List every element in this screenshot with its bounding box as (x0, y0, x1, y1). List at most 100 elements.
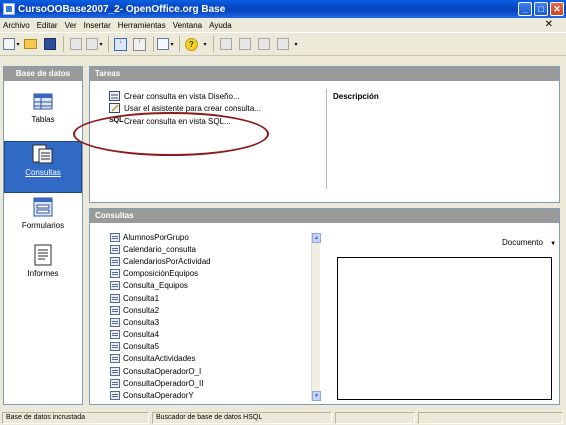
menu-editar[interactable]: Editar (37, 21, 58, 30)
list-item[interactable]: Consulta1 (110, 292, 320, 304)
edit-object-icon (238, 38, 251, 50)
title-bar: CursoOOBase2007_2- OpenOffice.org Base _… (0, 0, 566, 18)
task-label: Crear consulta en vista Diseño... (124, 91, 240, 101)
task-create-query-design[interactable]: Crear consulta en vista Diseño... (109, 91, 240, 101)
query-icon (110, 317, 120, 327)
sort-descending-button[interactable]: ↑ (131, 36, 148, 53)
sidebar-item-formularios[interactable]: Formularios (4, 195, 82, 247)
list-item[interactable]: ConsultaOperadorO_I (110, 365, 320, 377)
preview-mode-dropdown[interactable]: Documento ▼ (502, 238, 556, 247)
chevron-down-icon: ▼ (550, 241, 557, 247)
list-item-label: ComposiciónEquipos (123, 269, 199, 279)
form-view-icon (157, 38, 170, 50)
status-db-type: Base de datos incrustada (2, 412, 149, 424)
help-icon: ? (185, 37, 198, 51)
list-item-label: ConsultaOperadorY (123, 391, 194, 401)
toolbar-options-button-2[interactable]: ▾ (293, 36, 299, 53)
copy-icon (69, 38, 82, 50)
menu-ayuda[interactable]: Ayuda (209, 21, 232, 30)
edit-object-button[interactable] (236, 36, 253, 53)
query-icon (110, 232, 120, 242)
list-item-label: ConsultaOperadorO_II (123, 378, 204, 388)
sidebar-item-label: Formularios (21, 221, 65, 230)
menu-ver[interactable]: Ver (65, 21, 77, 30)
list-item[interactable]: ConsultaOperadorO_II (110, 377, 320, 389)
list-item[interactable]: AlumnosPorGrupo (110, 231, 320, 243)
paste-icon (86, 38, 99, 50)
dropdown-arrow-icon: ▾ (99, 41, 103, 48)
preview-area (337, 257, 552, 400)
menu-ventana[interactable]: Ventana (173, 21, 202, 30)
queries-panel: Consultas AlumnosPorGrupo Calendario_cons… (89, 208, 560, 405)
list-item[interactable]: ConsultaActividades (110, 353, 320, 365)
list-item[interactable]: CalendariosPorActividad (110, 255, 320, 267)
report-icon (31, 243, 55, 267)
list-item[interactable]: ConsultaOperadorY (110, 389, 320, 401)
list-item[interactable]: ComposiciónEquipos (110, 268, 320, 280)
tasks-panel: Tareas Crear consulta en vista Diseño...… (73, 66, 560, 203)
toolbar-separator (213, 36, 214, 52)
list-item[interactable]: Calendario_consulta (110, 243, 320, 255)
list-item-label: Consulta4 (123, 330, 160, 340)
new-document-button[interactable]: ▾ (3, 36, 20, 53)
delete-object-button[interactable] (255, 36, 272, 53)
query-list-scrollbar[interactable]: ▲ ▼ (311, 233, 321, 401)
minimize-button[interactable]: _ (518, 2, 532, 16)
open-button[interactable] (22, 36, 39, 53)
status-field-3 (335, 412, 415, 424)
queries-panel-header: Consultas (90, 209, 559, 223)
maximize-button[interactable]: □ (534, 2, 548, 16)
close-button[interactable]: ✕ (550, 2, 564, 16)
status-engine: Buscador de base de datos HSQL (152, 412, 332, 424)
sidebar-item-tablas[interactable]: Tablas (4, 89, 82, 141)
close-document-icon[interactable]: ✕ (545, 20, 553, 30)
form-view-button[interactable]: ▾ (157, 36, 174, 53)
sidebar-item-consultas[interactable]: Consultas (4, 141, 82, 193)
list-item-label: Consulta5 (123, 342, 160, 352)
query-icon (110, 342, 120, 352)
paste-button[interactable]: ▾ (86, 36, 103, 53)
menu-herramientas[interactable]: Herramientas (118, 21, 166, 30)
sidebar-item-label: Informes (27, 269, 59, 278)
preview-mode-value: Documento (502, 238, 543, 247)
help-button[interactable]: ? (183, 36, 200, 53)
open-object-button[interactable] (217, 36, 234, 53)
list-item[interactable]: Consulta2 (110, 304, 320, 316)
query-icon (110, 281, 120, 291)
query-icon (110, 378, 120, 388)
sort-ascending-icon: ↓ (114, 37, 127, 51)
list-item-label: Consulta2 (123, 305, 160, 315)
list-item-label: CalendariosPorActividad (123, 256, 211, 266)
list-item[interactable]: Consulta5 (110, 341, 320, 353)
save-button[interactable] (41, 36, 58, 53)
sidebar-item-informes[interactable]: Informes (4, 243, 82, 295)
menu-insertar[interactable]: Insertar (84, 21, 111, 30)
form-icon (31, 195, 55, 219)
list-item-label: ConsultaActividades (123, 354, 196, 364)
query-icon (110, 366, 120, 376)
rename-object-button[interactable] (274, 36, 291, 53)
toolbar-options-button[interactable]: ▾ (202, 36, 208, 53)
list-item[interactable]: Consulta3 (110, 316, 320, 328)
tasks-divider (326, 89, 327, 189)
open-object-icon (219, 38, 232, 50)
copy-button[interactable] (67, 36, 84, 53)
list-item[interactable]: Consulta4 (110, 329, 320, 341)
list-item-label: AlumnosPorGrupo (123, 232, 189, 242)
toolbar-separator (63, 36, 64, 52)
sidebar-item-label: Consultas (25, 168, 61, 177)
list-item[interactable]: Consulta_Equipos (110, 280, 320, 292)
folder-icon (24, 39, 37, 49)
scroll-up-arrow-icon[interactable]: ▲ (312, 233, 321, 243)
toolbar-options-icon: ▾ (203, 41, 207, 48)
menu-archivo[interactable]: Archivo (3, 21, 30, 30)
query-icon (110, 244, 120, 254)
tasks-panel-header: Tareas (90, 67, 559, 81)
list-item-label: Calendario_consulta (123, 244, 196, 254)
scroll-down-arrow-icon[interactable]: ▼ (312, 391, 321, 401)
description-label: Descripción (333, 92, 379, 101)
sort-ascending-button[interactable]: ↓ (112, 36, 129, 53)
window-title: CursoOOBase2007_2- OpenOffice.org Base (18, 3, 226, 15)
status-bar: Base de datos incrustada Buscador de bas… (0, 411, 566, 425)
sort-descending-icon: ↑ (133, 37, 146, 51)
